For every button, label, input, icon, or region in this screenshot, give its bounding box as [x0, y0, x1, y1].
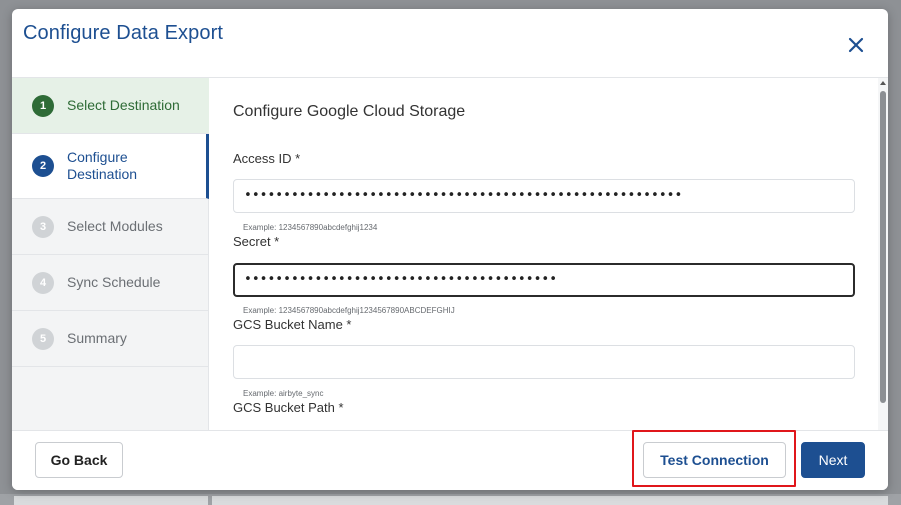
step-number-badge: 3 [32, 216, 54, 238]
secret-label: Secret * [233, 234, 280, 249]
secret-input[interactable]: •••••••••••••••••••••••••••••••••••••••• [233, 263, 855, 297]
form-scrollbar[interactable] [878, 78, 888, 430]
close-button[interactable] [844, 33, 868, 57]
access-id-input[interactable]: ••••••••••••••••••••••••••••••••••••••••… [233, 179, 855, 213]
background-cell [14, 496, 208, 505]
bucket-name-hint: Example: airbyte_sync [243, 389, 324, 398]
step-number-badge: 2 [32, 155, 54, 177]
form-panel: Configure Google Cloud Storage Access ID… [210, 78, 878, 430]
background-cell [212, 496, 888, 505]
step-label: Select Destination [67, 97, 180, 113]
next-button[interactable]: Next [801, 442, 865, 478]
step-label: Configure Destination [67, 149, 138, 182]
scrollbar-thumb[interactable] [880, 91, 886, 403]
section-title: Configure Google Cloud Storage [233, 103, 466, 120]
step-number-badge: 4 [32, 272, 54, 294]
bucket-name-label: GCS Bucket Name * [233, 317, 352, 332]
secret-hint: Example: 1234567890abcdefghij1234567890A… [243, 306, 455, 315]
bucket-path-label: GCS Bucket Path * [233, 400, 344, 415]
step-number-badge: 1 [32, 95, 54, 117]
dialog-title: Configure Data Export [23, 22, 223, 44]
step-number-badge: 5 [32, 328, 54, 350]
configure-export-dialog: Configure Data Export 1 Select Destinati… [12, 9, 888, 490]
background-strip [0, 494, 901, 505]
step-sync-schedule[interactable]: 4 Sync Schedule [12, 255, 209, 311]
go-back-button[interactable]: Go Back [35, 442, 123, 478]
dialog-header: Configure Data Export [12, 9, 888, 78]
step-select-modules[interactable]: 3 Select Modules [12, 199, 209, 255]
step-label: Select Modules [67, 218, 163, 234]
close-icon [848, 37, 864, 53]
step-summary[interactable]: 5 Summary [12, 311, 209, 367]
access-id-label: Access ID * [233, 151, 301, 166]
scroll-up-arrow-icon[interactable] [880, 81, 886, 85]
access-id-hint: Example: 1234567890abcdefghij1234 [243, 223, 378, 232]
bucket-name-input[interactable] [233, 345, 855, 379]
step-select-destination[interactable]: 1 Select Destination [12, 78, 209, 134]
step-label: Sync Schedule [67, 274, 161, 290]
test-connection-highlight [632, 430, 796, 487]
step-configure-destination[interactable]: 2 Configure Destination [12, 134, 209, 199]
step-label: Summary [67, 330, 127, 346]
wizard-steps: 1 Select Destination 2 Configure Destina… [12, 78, 209, 430]
